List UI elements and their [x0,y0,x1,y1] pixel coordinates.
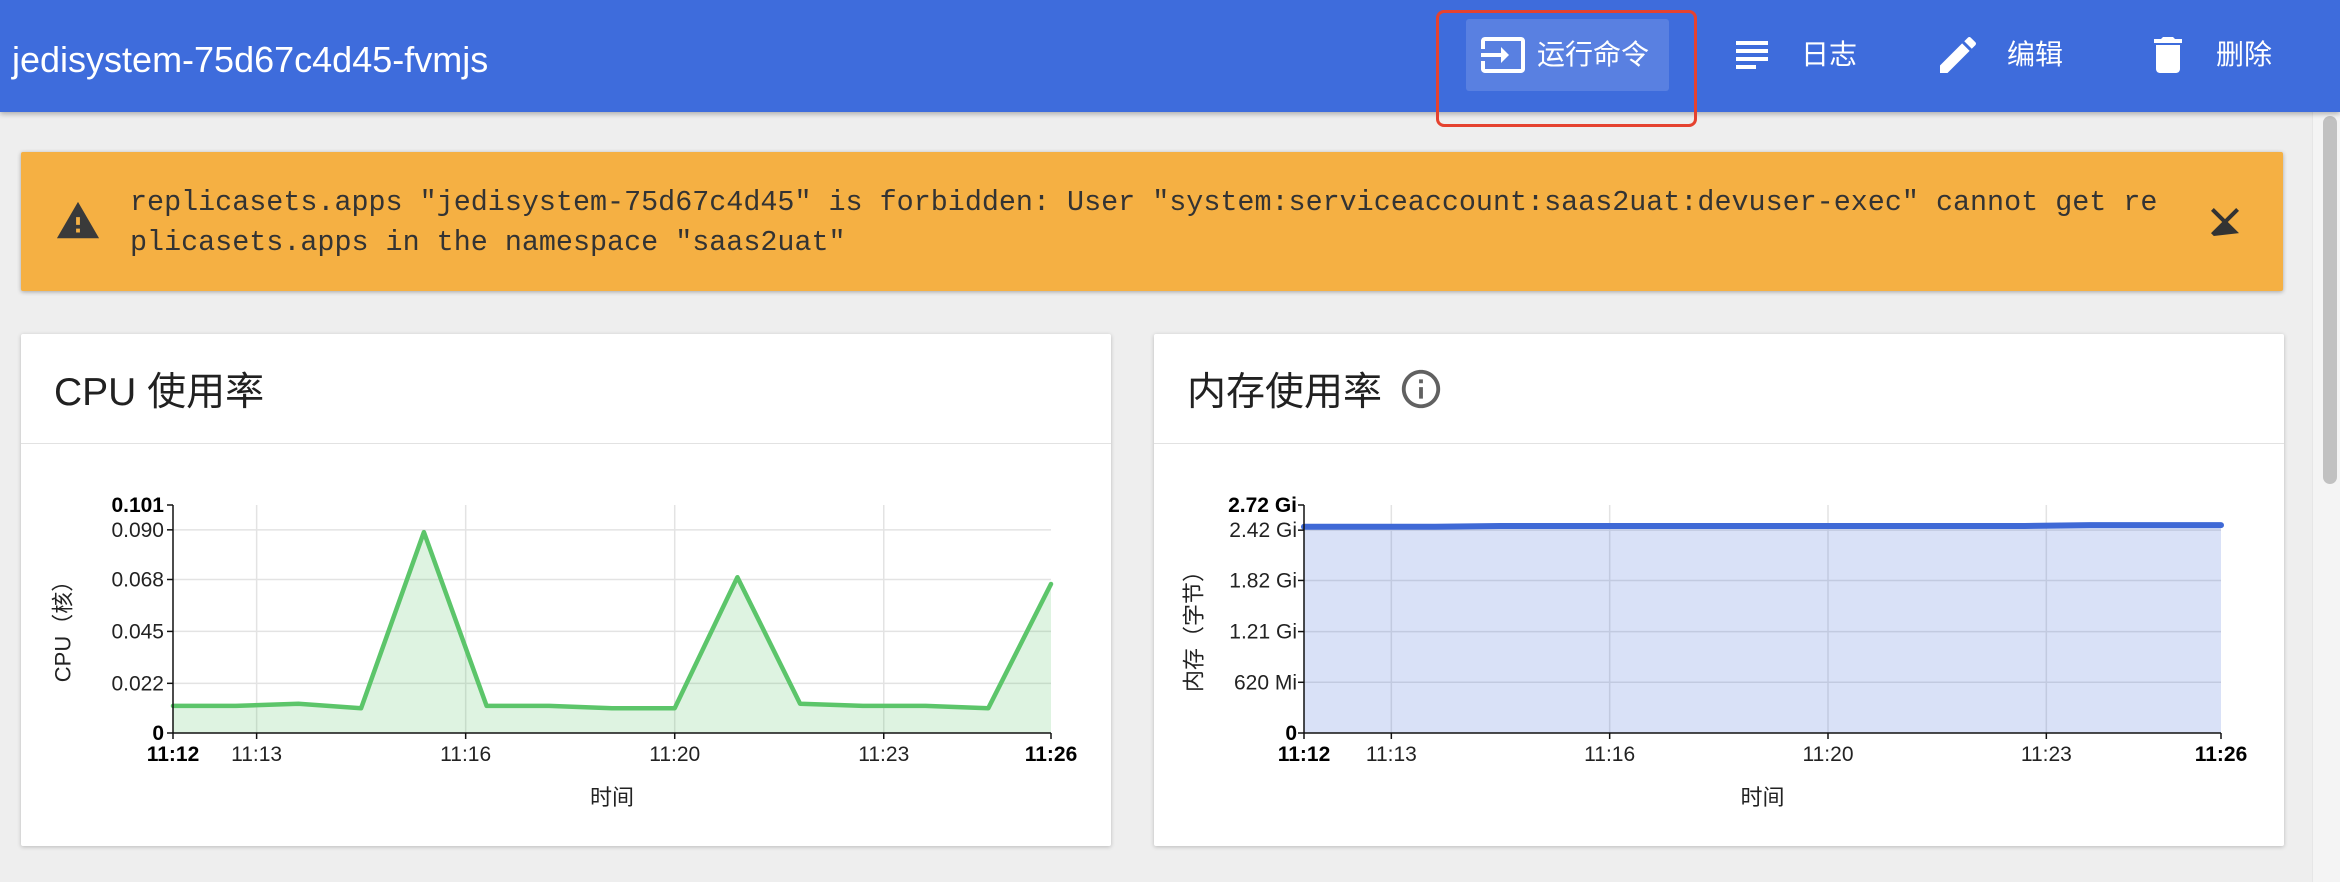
data-point [357,704,365,712]
x-tick-label: 11:23 [2021,743,2072,766]
data-point [1497,522,1505,530]
y-tick-label: 2.72 Gi [1228,494,1297,517]
x-tick-label: 11:12 [147,743,200,766]
y-tick-label: 0.022 [111,672,164,695]
data-point [1824,522,1832,530]
data-point [1431,523,1439,531]
delete-button-label: 删除 [2216,39,2273,70]
data-point [232,702,240,710]
x-tick-label: 11:26 [1025,743,1078,766]
edit-button[interactable]: 编辑 [1922,19,2075,91]
series-area [1304,525,2221,733]
y-tick-label: 0 [152,722,164,745]
memory-usage-chart: 0 620 Mi 1.21 Gi 1.82 Gi 2.42 Gi2.72 Gi 11:12… [1182,494,2248,810]
input-icon [1479,31,1527,79]
data-point [1366,523,1374,531]
page-title: jedisystem-75d67c4d45-fvmjs [12,39,489,80]
exec-button[interactable]: 运行命令 [1466,19,1669,91]
x-tick-label: 11:16 [440,743,491,766]
data-point [1628,522,1636,530]
data-point [545,702,553,710]
logs-button-label: 日志 [1801,39,1858,70]
logs-button[interactable]: 日志 [1716,19,1869,91]
y-tick-label: 2.42 Gi [1229,519,1297,542]
y-tick-label: 0.090 [111,519,164,542]
data-point [608,704,616,712]
edit-button-label: 编辑 [2007,39,2064,70]
edit-icon [1934,31,1982,79]
data-point [2217,521,2225,529]
subject-icon [1728,31,1776,79]
scrollbar-thumb[interactable] [2323,116,2337,484]
card-header: 内存使用率 [1154,334,2284,444]
series-line [170,529,1054,711]
y-tick-label: 0 [1285,722,1297,745]
x-tick-label: 11:20 [649,743,700,766]
delete-icon [2144,31,2192,79]
data-point [984,704,992,712]
data-point [483,702,491,710]
card-title: CPU 使用率 [54,370,265,414]
data-point [1047,580,1055,588]
y-tick-label: 1.21 Gi [1229,621,1297,644]
delete-button[interactable]: 删除 [2132,19,2284,91]
data-point [796,700,804,708]
y-axis-title: 内存（字节） [1182,560,1207,692]
warning-icon [55,198,101,244]
x-axis-title: 时间 [1740,785,1784,810]
data-point [671,704,679,712]
x-axis-title: 时间 [590,785,634,810]
y-tick-label: 1.82 Gi [1229,569,1297,592]
card-title: 内存使用率 [1187,370,1383,414]
cpu-usage-card: CPU 使用率 0 0.022 0.045 0.068 0.090 0.101 11:12 1… [21,334,1111,846]
y-tick-label: 0.101 [111,494,164,517]
x-tick-label: 11:12 [1278,743,1331,766]
cpu-usage-chart: 0 0.022 0.045 0.068 0.0900.101 11:12 11:13 11:1… [51,494,1078,810]
data-point [2021,522,2029,530]
data-point [2152,521,2160,529]
data-point [922,702,930,710]
data-point [1562,522,1570,530]
data-point [2086,521,2094,529]
y-tick-label: 0.045 [111,620,164,643]
x-tick-label: 11:16 [1584,743,1635,766]
data-point [294,700,302,708]
x-tick-label: 11:23 [858,743,909,766]
data-point [859,702,867,710]
warning-message: replicasets.apps "jedisystem-75d67c4d45"… [130,186,2158,259]
warning-banner: replicasets.apps "jedisystem-75d67c4d45"… [21,152,2283,291]
info-icon[interactable] [1398,366,1444,412]
close-icon[interactable] [2201,198,2249,246]
y-tick-label: 620 Mi [1234,671,1297,694]
data-point [733,573,741,581]
data-point [1759,522,1767,530]
card-header: CPU 使用率 [21,334,1111,444]
memory-usage-card: 内存使用率 0 620 Mi 1.21 Gi 1.82 Gi 2.42 Gi 2.72 G… [1154,334,2284,846]
data-point [1890,522,1898,530]
data-point [1693,522,1701,530]
exec-button-label: 运行命令 [1537,39,1650,70]
x-tick-label: 11:13 [1366,743,1417,766]
vertical-scrollbar[interactable] [2312,112,2340,882]
data-point [420,528,428,536]
y-axis-title: CPU（核） [51,570,76,682]
top-bar: jedisystem-75d67c4d45-fvmjs 运行命令 日志 编辑 删… [0,0,2340,112]
x-tick-label: 11:20 [1803,743,1854,766]
data-point [1955,522,1963,530]
x-tick-label: 11:13 [231,743,282,766]
y-tick-label: 0.068 [111,568,164,591]
x-tick-label: 11:26 [2195,743,2248,766]
